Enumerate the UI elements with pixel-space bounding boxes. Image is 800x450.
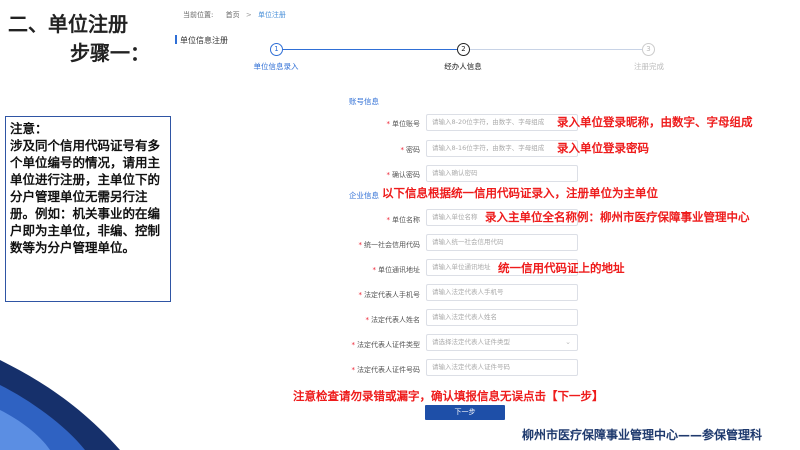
credit-code-input[interactable]: 请输入统一社会信用代码 [426, 234, 578, 251]
next-step-button[interactable]: 下一步 [425, 405, 505, 420]
confirm-password-input[interactable]: 请输入确认密码 [426, 165, 578, 182]
field-label-account: * 单位账号 [386, 120, 421, 128]
section-title: 单位信息注册 [175, 35, 228, 46]
note-body: 涉及同个信用代码证号有多个单位编号的情况，请用主单位进行注册，主单位下的分户管理… [10, 138, 161, 255]
step-2-circle: 2 [457, 43, 470, 56]
breadcrumb-home[interactable]: 首页 [226, 11, 240, 19]
step-3-label: 注册完成 [634, 62, 664, 71]
legal-name-input[interactable]: 请输入法定代表人姓名 [426, 309, 578, 326]
account-group-title: 账号信息 [349, 97, 379, 106]
company-group-title: 企业信息 [349, 191, 379, 200]
step-connector-1 [283, 49, 457, 50]
account-input[interactable]: 请输入8-20位字符，由数字、字母组成 [426, 114, 578, 131]
field-label-company-name: * 单位名称 [386, 216, 421, 224]
footer-org: 柳州市医疗保障事业管理中心——参保管理科 [522, 428, 763, 442]
legal-phone-input[interactable]: 请输入法定代表人手机号 [426, 284, 578, 301]
step-3-circle: 3 [642, 43, 655, 56]
field-label-legal-phone: * 法定代表人手机号 [358, 291, 421, 299]
field-label-id-type: * 法定代表人证件类型 [351, 341, 421, 349]
annotation-address: 统一信用代码证上的地址 [498, 261, 625, 275]
field-label-legal-name: * 法定代表人姓名 [365, 316, 421, 324]
slide-subtitle: 步骤一： [70, 41, 150, 65]
note-title: 注意： [10, 121, 48, 136]
step-1-label: 单位信息录入 [253, 62, 299, 71]
note-box: 注意： 涉及同个信用代码证号有多个单位编号的情况，请用主单位进行注册，主单位下的… [5, 116, 171, 302]
field-label-id-number: * 法定代表人证件号码 [351, 366, 421, 374]
annotation-company-name: 录入主单位全名称例：柳州市医疗保障事业管理中心 [485, 210, 750, 224]
breadcrumb-current: 单位注册 [257, 11, 286, 19]
instruction-panel: 二、单位注册 步骤一： 注意： 涉及同个信用代码证号有多个单位编号的情况，请用主… [0, 0, 173, 450]
annotation-check: 注意检查请勿录错或漏字，确认填报信息无误点击【下一步】 [293, 389, 604, 403]
annotation-password: 录入单位登录密码 [557, 141, 649, 155]
decorative-waves [0, 360, 120, 450]
annotation-company-info: 以下信息根据统一信用代码证录入，注册单位为主单位 [382, 186, 658, 200]
annotation-account: 录入单位登录昵称，由数字、字母组成 [557, 115, 753, 129]
field-label-password: * 密码 [400, 146, 421, 154]
id-type-select[interactable]: 请选择法定代表人证件类型 ⌄ [426, 334, 578, 351]
breadcrumb-prefix: 当前位置: [183, 11, 214, 19]
slide-title: 二、单位注册 [8, 12, 128, 36]
registration-page: 当前位置: 首页 > 单位注册 单位信息注册 1 2 3 单位信息录入 经办人信… [173, 0, 800, 450]
breadcrumb: 当前位置: 首页 > 单位注册 [183, 10, 286, 20]
step-connector-2 [470, 49, 642, 50]
field-label-credit-code: * 统一社会信用代码 [358, 241, 421, 249]
id-number-input[interactable]: 请输入法定代表人证件号码 [426, 359, 578, 376]
breadcrumb-separator: > [245, 11, 252, 19]
field-label-address: * 单位通讯地址 [372, 266, 421, 274]
step-2-label: 经办人信息 [444, 62, 482, 71]
password-input[interactable]: 请输入8-16位字符，由数字、字母组成 [426, 140, 578, 157]
step-1-circle: 1 [270, 43, 283, 56]
chevron-down-icon: ⌄ [565, 338, 571, 346]
field-label-confirm-password: * 确认密码 [386, 171, 421, 179]
